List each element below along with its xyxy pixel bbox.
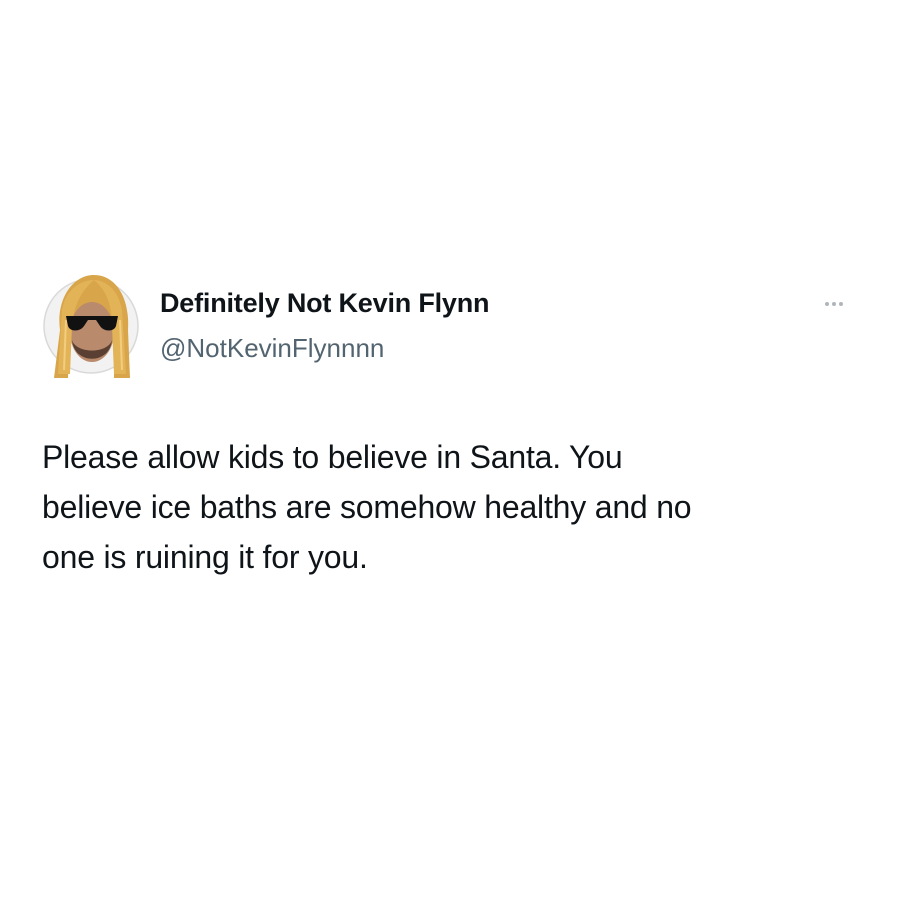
- author-display-name[interactable]: Definitely Not Kevin Flynn: [160, 288, 490, 319]
- more-dot: [839, 302, 843, 306]
- more-dot: [832, 302, 836, 306]
- tweet-text-line: one is ruining it for you.: [42, 539, 368, 575]
- tweet-text: Please allow kids to believe in Santa. Y…: [42, 432, 852, 582]
- more-dot: [825, 302, 829, 306]
- author-avatar[interactable]: [42, 270, 140, 382]
- author-handle[interactable]: @NotKevinFlynnnn: [160, 333, 384, 364]
- tweet-text-line: believe ice baths are somehow healthy an…: [42, 489, 692, 525]
- tweet-card: Definitely Not Kevin Flynn @NotKevinFlyn…: [0, 0, 899, 899]
- avatar-image: [43, 275, 139, 378]
- tweet-text-line: Please allow kids to believe in Santa. Y…: [42, 439, 623, 475]
- more-options-icon[interactable]: [816, 294, 852, 314]
